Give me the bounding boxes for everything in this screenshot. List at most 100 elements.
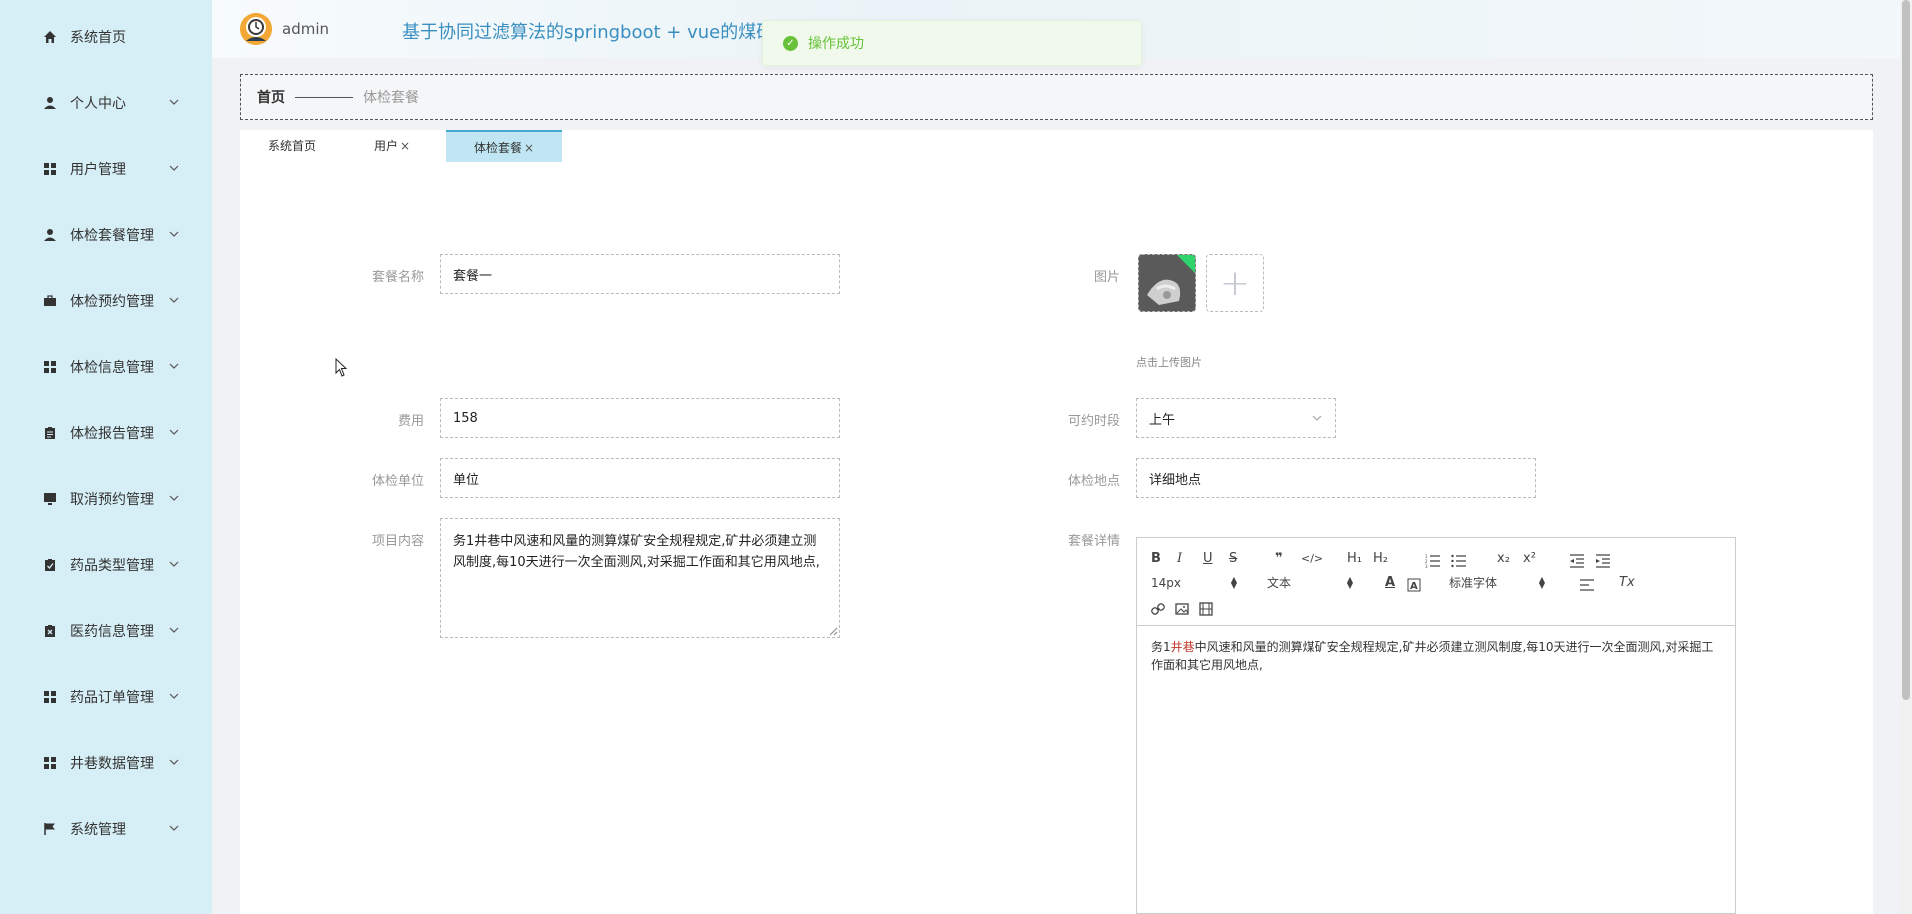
tab-user[interactable]: 用户 × — [344, 130, 440, 162]
header-value: 文本 — [1267, 576, 1292, 590]
close-icon[interactable]: × — [400, 139, 410, 153]
close-icon[interactable]: × — [524, 141, 534, 155]
sidebar-item-10[interactable]: 药品订单管理 — [0, 677, 212, 717]
header-select[interactable]: 文本 ▲ ▼ — [1267, 574, 1353, 592]
editor-text-after: 中风速和风量的测算煤矿安全规程规定,矿井必须建立测风制度,每10天进行一次全面测… — [1151, 640, 1714, 672]
updown-icon: ▲ ▼ — [1230, 575, 1237, 590]
image-icon[interactable] — [1175, 600, 1189, 618]
tab-label: 体检套餐 — [473, 141, 522, 155]
sidebar-item-label: 井巷数据管理 — [70, 756, 154, 772]
grid-icon — [42, 689, 58, 705]
h2-button[interactable]: H₂ — [1373, 550, 1388, 568]
time-slot-label: 可约时段 — [1067, 414, 1120, 429]
grid-icon — [42, 359, 58, 375]
sidebar-item-label: 体检预约管理 — [70, 294, 154, 310]
breadcrumb-current: 体检套餐 — [363, 90, 419, 106]
chevron-down-icon — [168, 360, 182, 374]
sidebar-item-7[interactable]: 取消预约管理 — [0, 479, 212, 519]
indent-icon[interactable] — [1595, 552, 1611, 570]
subscript-button[interactable]: x₂ — [1497, 550, 1510, 568]
sidebar-item-3[interactable]: 体检套餐管理 — [0, 215, 212, 255]
strike-button[interactable]: S — [1229, 550, 1237, 568]
sidebar-item-label: 用户管理 — [70, 162, 126, 178]
editor-toolbar: B I U S ❞ </> H₁ H₂ 123 x₂ x² 14px ▲ ▼ 文… — [1137, 538, 1735, 626]
background-color-icon[interactable]: A — [1407, 576, 1421, 594]
quote-button[interactable]: ❞ — [1275, 550, 1283, 568]
chevron-down-icon — [168, 294, 182, 308]
sidebar-item-2[interactable]: 用户管理 — [0, 149, 212, 189]
sidebar-item-8[interactable]: 药品类型管理 — [0, 545, 212, 585]
italic-button[interactable]: I — [1177, 550, 1182, 568]
sidebar-item-11[interactable]: 井巷数据管理 — [0, 743, 212, 783]
page-scrollbar[interactable] — [1900, 0, 1912, 914]
content-label: 项目内容 — [371, 534, 424, 549]
clipboard-icon — [42, 425, 58, 441]
time-slot-value: 上午 — [1149, 412, 1176, 428]
font-size-value: 14px — [1151, 576, 1181, 590]
outdent-icon[interactable] — [1569, 552, 1585, 570]
scrollbar-thumb[interactable] — [1902, 0, 1910, 700]
sidebar-item-4[interactable]: 体检预约管理 — [0, 281, 212, 321]
underline-button[interactable]: U — [1203, 550, 1213, 568]
upload-image-button[interactable]: + — [1206, 254, 1264, 312]
updown-icon: ▲ ▼ — [1346, 575, 1353, 590]
font-size-select[interactable]: 14px ▲ ▼ — [1151, 574, 1237, 592]
chevron-down-icon — [168, 492, 182, 506]
code-button[interactable]: </> — [1301, 550, 1323, 568]
avatar[interactable] — [240, 13, 272, 45]
grid-icon — [42, 755, 58, 771]
editor-content[interactable]: 务1井巷中风速和风量的测算煤矿安全规程规定,矿井必须建立测风制度,每10天进行一… — [1151, 638, 1721, 674]
breadcrumb-home[interactable]: 首页 — [257, 87, 285, 107]
chevron-down-icon — [168, 228, 182, 242]
text-color-button[interactable]: A — [1385, 574, 1395, 592]
sidebar-item-label: 体检信息管理 — [70, 360, 154, 376]
font-family-select[interactable]: 标准字体 ▲ ▼ — [1449, 574, 1545, 592]
sidebar-item-9[interactable]: 医药信息管理 — [0, 611, 212, 651]
sidebar-item-label: 体检报告管理 — [70, 426, 154, 442]
username[interactable]: admin — [282, 20, 329, 38]
h1-button[interactable]: H₁ — [1347, 550, 1362, 568]
package-name-input[interactable]: 套餐一 — [440, 254, 840, 294]
briefcase-icon — [42, 293, 58, 309]
tab-label: 用户 — [373, 139, 398, 153]
sidebar-item-label: 药品类型管理 — [70, 558, 154, 574]
sidebar-item-label: 系统管理 — [70, 822, 126, 838]
sidebar-item-6[interactable]: 体检报告管理 — [0, 413, 212, 453]
bold-button[interactable]: B — [1151, 550, 1161, 568]
sidebar: 系统首页个人中心用户管理体检套餐管理体检预约管理 体检信息管理 体检报告管理 取消预约… — [0, 0, 212, 914]
ordered-list-icon[interactable]: 123 — [1425, 552, 1441, 570]
chevron-down-icon — [168, 162, 182, 176]
location-input[interactable]: 详细地点 — [1136, 458, 1536, 498]
updown-icon: ▲ ▼ — [1538, 575, 1545, 590]
tab-checkup-package[interactable]: 体检套餐 × — [446, 130, 562, 162]
chevron-down-icon — [168, 426, 182, 440]
time-slot-select[interactable]: 上午 — [1136, 398, 1336, 438]
unit-input[interactable]: 单位 — [440, 458, 840, 498]
fee-label: 费用 — [397, 414, 424, 429]
sidebar-item-0[interactable]: 系统首页 — [0, 17, 212, 57]
sidebar-item-1[interactable]: 个人中心 — [0, 83, 212, 123]
content-textarea[interactable]: 务1井巷中风速和风量的测算煤矿安全规程规定,矿井必须建立测风制度,每10天进行一… — [440, 518, 840, 638]
sidebar-item-5[interactable]: 体检信息管理 — [0, 347, 212, 387]
svg-text:3: 3 — [1425, 564, 1428, 569]
details-label: 套餐详情 — [1067, 534, 1120, 549]
clear-format-button[interactable]: Tx — [1619, 574, 1635, 592]
editor-text-highlight: 井巷 — [1170, 640, 1195, 654]
fee-input[interactable]: 158 — [440, 398, 840, 438]
superscript-button[interactable]: x² — [1523, 550, 1536, 568]
resize-handle-icon[interactable] — [828, 626, 838, 636]
align-left-icon[interactable] — [1579, 576, 1595, 594]
breadcrumb: 首页 体检套餐 — [240, 74, 1873, 120]
bullet-list-icon[interactable] — [1451, 552, 1467, 570]
chevron-down-icon — [168, 756, 182, 770]
user-icon — [42, 95, 58, 111]
video-icon[interactable] — [1199, 600, 1213, 618]
clipboard-x-icon — [42, 623, 58, 639]
uploaded-image-thumbnail[interactable] — [1138, 254, 1196, 312]
link-icon[interactable] — [1151, 600, 1165, 618]
tab-home[interactable]: 系统首页 — [240, 130, 344, 162]
sidebar-item-label: 取消预约管理 — [70, 492, 154, 508]
plus-icon: + — [1219, 262, 1251, 304]
system-title: 基于协同过滤算法的springboot + vue的煤矿 — [402, 22, 762, 43]
sidebar-item-12[interactable]: 系统管理 — [0, 809, 212, 849]
